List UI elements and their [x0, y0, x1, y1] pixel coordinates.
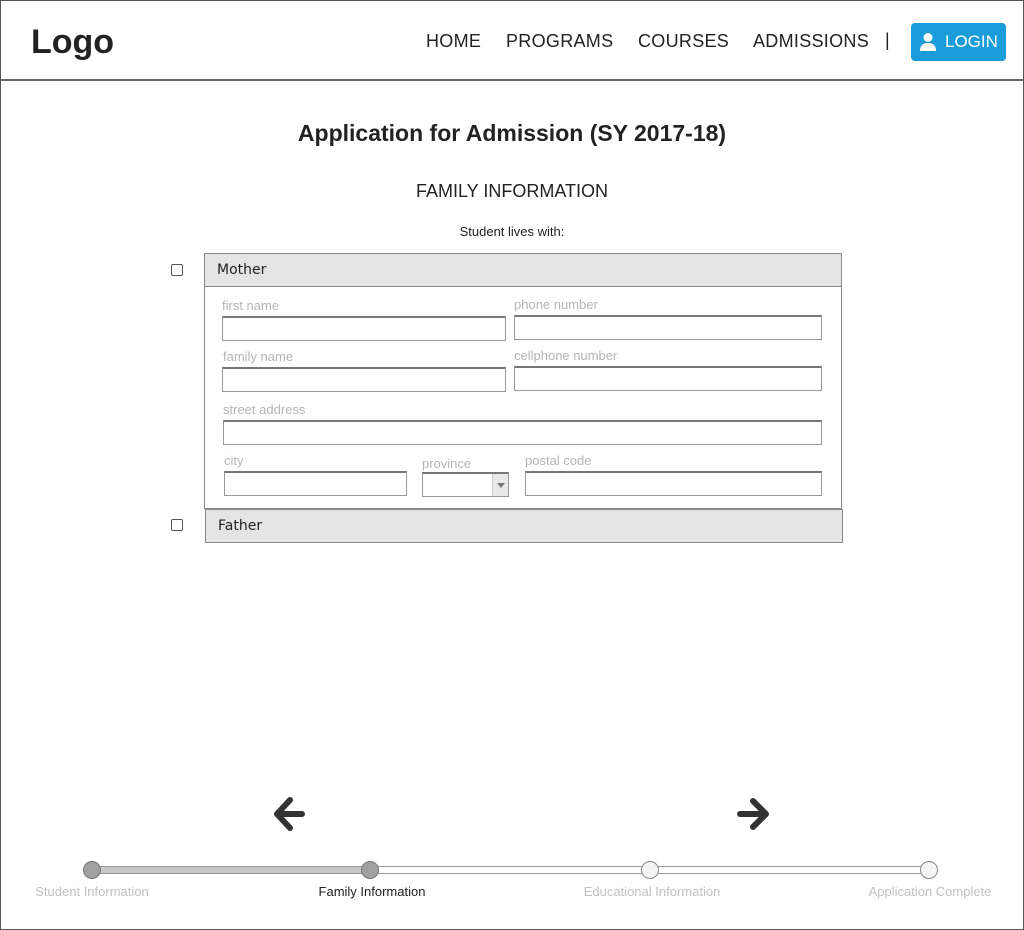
- province-select[interactable]: [422, 472, 509, 497]
- nav-home[interactable]: HOME: [426, 31, 481, 52]
- step-label-educational-information: Educational Information: [583, 884, 721, 899]
- step-dot-student-information[interactable]: [83, 861, 101, 879]
- street-address-label: street address: [223, 402, 306, 417]
- section-title: FAMILY INFORMATION: [415, 181, 608, 201]
- postal-code-label: postal code: [525, 453, 592, 468]
- step-dot-educational-information[interactable]: [641, 861, 659, 879]
- mother-checkbox[interactable]: [171, 264, 183, 276]
- father-checkbox[interactable]: [171, 519, 183, 531]
- family-name-label: family name: [223, 349, 294, 364]
- nav-separator: |: [885, 30, 890, 50]
- login-label: LOGIN: [945, 32, 998, 51]
- progress-track-complete: [92, 866, 370, 874]
- first-name-label: first name: [222, 298, 280, 313]
- father-panel-header[interactable]: Father: [205, 509, 843, 543]
- province-label: province: [422, 456, 472, 471]
- street-address-input[interactable]: [223, 420, 822, 445]
- cellphone-number-input[interactable]: [514, 366, 822, 391]
- first-name-input[interactable]: [222, 316, 506, 341]
- login-button[interactable]: LOGIN: [911, 23, 1006, 61]
- user-icon: [920, 33, 936, 51]
- step-dot-application-complete[interactable]: [920, 861, 938, 879]
- mother-panel-header[interactable]: Mother: [204, 253, 842, 287]
- step-label-application-complete: Application Complete: [868, 884, 992, 899]
- step-dot-family-information[interactable]: [361, 861, 379, 879]
- arrow-left-icon[interactable]: [273, 797, 305, 831]
- step-label-student-information: Student Information: [35, 884, 149, 899]
- nav-courses[interactable]: COURSES: [638, 31, 729, 52]
- postal-code-input[interactable]: [525, 471, 822, 496]
- city-label: city: [224, 453, 244, 468]
- arrow-right-icon[interactable]: [737, 797, 771, 831]
- top-header: Logo HOME PROGRAMS COURSES ADMISSIONS | …: [0, 0, 1024, 81]
- step-label-family-information: Family Information: [318, 884, 426, 899]
- lives-with-label: Student lives with:: [459, 224, 565, 239]
- city-input[interactable]: [224, 471, 407, 496]
- page-title: Application for Admission (SY 2017-18): [297, 120, 727, 146]
- nav-programs[interactable]: PROGRAMS: [506, 31, 613, 52]
- logo[interactable]: Logo: [31, 23, 114, 62]
- family-name-input[interactable]: [222, 367, 506, 392]
- cellphone-number-label: cellphone number: [514, 348, 618, 363]
- nav-admissions[interactable]: ADMISSIONS: [753, 31, 869, 52]
- chevron-down-icon: [492, 474, 508, 496]
- phone-number-label: phone number: [514, 297, 598, 312]
- phone-number-input[interactable]: [514, 315, 822, 340]
